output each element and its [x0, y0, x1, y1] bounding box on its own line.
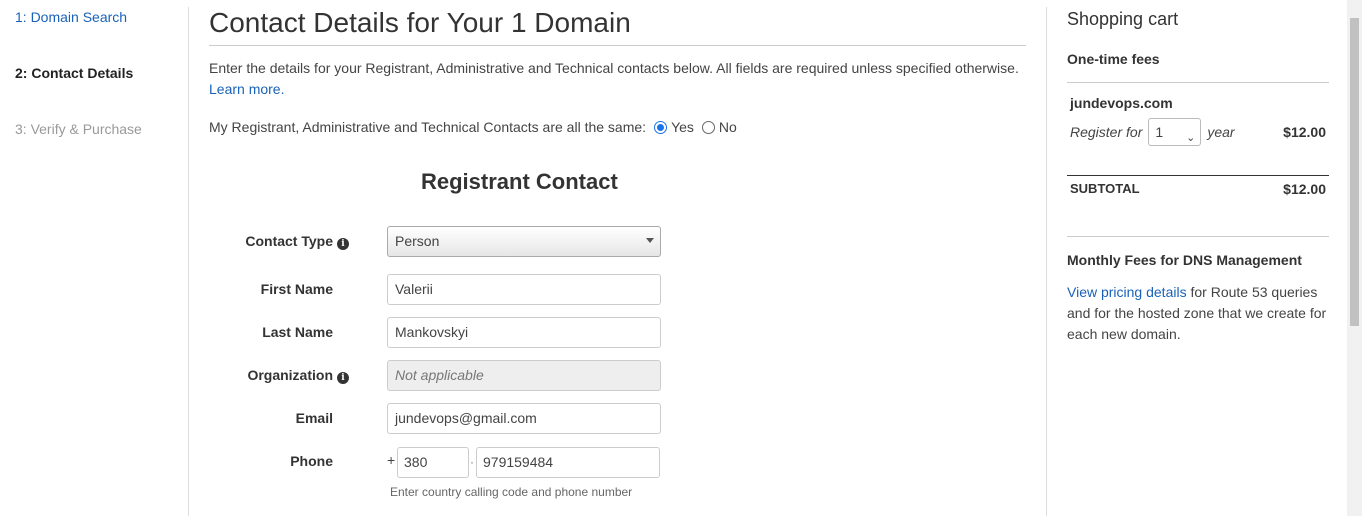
domain-price: $12.00	[1283, 124, 1326, 140]
phone-country-code-field[interactable]: 380	[397, 447, 469, 478]
register-row: Register for 1 ⌄ year $12.00	[1070, 118, 1326, 146]
page-scrollbar[interactable]	[1347, 0, 1362, 516]
years-value: 1	[1155, 124, 1164, 140]
subtotal-amount: $12.00	[1283, 181, 1326, 197]
right-divider	[1046, 7, 1047, 516]
cart-divider	[1067, 236, 1329, 237]
organization-label: Organization i	[149, 367, 349, 384]
contact-type-value: Person	[395, 233, 440, 249]
same-no-radio[interactable]	[701, 120, 715, 134]
same-contacts-row: My Registrant, Administrative and Techni…	[209, 119, 737, 135]
section-title: Registrant Contact	[421, 169, 618, 194]
phone-number-field[interactable]: 979159484	[476, 447, 660, 478]
year-label: year	[1207, 124, 1235, 140]
phone-label: Phone	[290, 453, 333, 469]
dns-pricing-text: View pricing details for Route 53 querie…	[1067, 282, 1337, 345]
register-for-label: Register for	[1070, 124, 1143, 140]
info-icon[interactable]: i	[337, 238, 349, 250]
contact-type-label: Contact Type i	[149, 233, 349, 250]
email-field[interactable]: jundevops@gmail.com	[387, 403, 661, 434]
title-divider	[209, 45, 1026, 46]
view-pricing-link[interactable]: View pricing details	[1067, 284, 1187, 300]
page-title: Contact Details for Your 1 Domain	[209, 7, 631, 38]
chevron-down-icon: ⌄	[1186, 132, 1196, 144]
same-yes-radio[interactable]	[654, 120, 668, 134]
subtotal-divider	[1067, 175, 1329, 176]
contact-type-label-text: Contact Type	[245, 233, 333, 249]
organization-label-text: Organization	[247, 367, 333, 383]
subtotal-row: SUBTOTAL $12.00	[1070, 181, 1326, 197]
same-no-option[interactable]: No	[701, 119, 737, 135]
intro-body: Enter the details for your Registrant, A…	[209, 60, 1019, 76]
first-name-field[interactable]: Valerii	[387, 274, 661, 305]
same-no-label: No	[718, 119, 737, 135]
left-divider	[188, 7, 189, 516]
same-contacts-question: My Registrant, Administrative and Techni…	[209, 119, 647, 135]
phone-help-text: Enter country calling code and phone num…	[390, 485, 633, 499]
last-name-field[interactable]: Mankovskyi	[387, 317, 661, 348]
cart-title: Shopping cart	[1067, 9, 1179, 29]
learn-more-link[interactable]: Learn more.	[209, 81, 284, 97]
same-yes-option[interactable]: Yes	[654, 119, 694, 135]
same-yes-label: Yes	[671, 119, 694, 135]
step-contact-details: 2: Contact Details	[15, 65, 134, 81]
caret-down-icon	[646, 238, 654, 243]
step-verify-purchase: 3: Verify & Purchase	[15, 121, 142, 137]
step-domain-search[interactable]: 1: Domain Search	[15, 9, 127, 25]
cart-domain-name: jundevops.com	[1070, 95, 1173, 111]
phone-separator: ·	[470, 455, 474, 469]
last-name-label: Last Name	[262, 324, 333, 340]
phone-plus-sign: +	[387, 452, 396, 468]
one-time-fees-heading: One-time fees	[1067, 51, 1160, 67]
first-name-label: First Name	[260, 281, 333, 297]
cart-divider	[1067, 82, 1329, 83]
intro-text: Enter the details for your Registrant, A…	[209, 58, 1039, 100]
info-icon[interactable]: i	[337, 372, 349, 384]
monthly-fees-heading: Monthly Fees for DNS Management	[1067, 252, 1302, 268]
subtotal-label: SUBTOTAL	[1070, 181, 1140, 196]
scrollbar-thumb[interactable]	[1350, 18, 1359, 326]
years-select[interactable]: 1 ⌄	[1148, 118, 1202, 146]
email-label: Email	[295, 410, 333, 426]
organization-field: Not applicable	[387, 360, 661, 391]
contact-type-select[interactable]: Person	[387, 226, 661, 257]
